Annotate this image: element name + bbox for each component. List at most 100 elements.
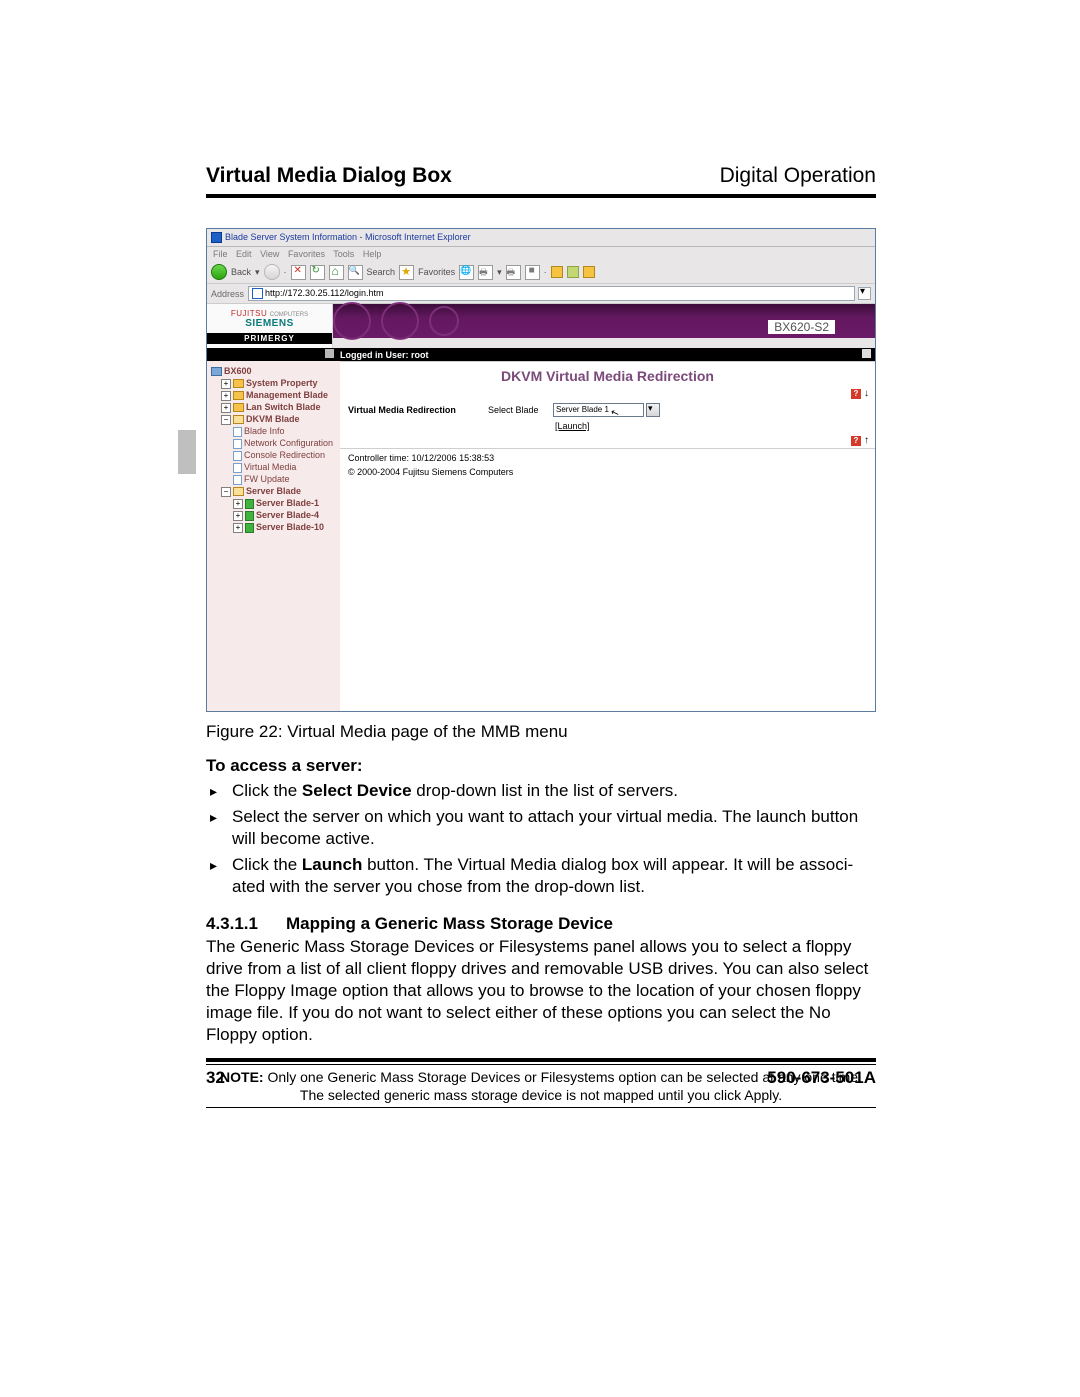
- dropdown-arrow-icon[interactable]: [646, 403, 660, 417]
- header-right: Digital Operation: [720, 164, 876, 188]
- step-3: Click the Launch button. The Virtual Med…: [206, 854, 876, 898]
- expand-icon[interactable]: +: [233, 523, 243, 533]
- page-footer: 32 590-673-501A: [206, 1058, 876, 1088]
- collapse-icon[interactable]: −: [221, 487, 231, 497]
- nav-root[interactable]: BX600: [224, 366, 252, 376]
- screenshot-figure: Blade Server System Information - Micros…: [206, 228, 876, 712]
- figure-caption: Figure 22: Virtual Media page of the MMB…: [206, 722, 876, 742]
- banner: BX620-S2: [333, 304, 875, 338]
- menu-edit[interactable]: Edit: [236, 249, 252, 259]
- edit-icon[interactable]: [525, 265, 540, 280]
- menu-help[interactable]: Help: [363, 249, 382, 259]
- address-dropdown-icon[interactable]: [858, 287, 871, 300]
- forward-icon[interactable]: [264, 264, 280, 280]
- favorites-label[interactable]: Favorites: [418, 267, 455, 277]
- folder-icon: [233, 403, 244, 412]
- nav-server-blade[interactable]: Server Blade: [246, 486, 301, 496]
- doc-icon: [233, 451, 242, 461]
- app-main: BX600 + System Property + Management Blade…: [207, 361, 875, 711]
- body-paragraph: The Generic Mass Storage Devices or File…: [206, 936, 876, 1046]
- toolbar-icon-a[interactable]: [551, 266, 563, 278]
- select-blade-dropdown[interactable]: Server Blade 1 ↖: [553, 403, 644, 417]
- running-header: Virtual Media Dialog Box Digital Operati…: [206, 164, 876, 198]
- steps-list: Click the Select Device drop-down list i…: [206, 780, 876, 898]
- row-label: Virtual Media Redirection: [348, 405, 488, 415]
- nav-network-config[interactable]: Network Configuration: [244, 438, 333, 448]
- select-blade-label: Select Blade: [488, 405, 553, 415]
- mail-icon[interactable]: [478, 265, 493, 280]
- thumb-tab: [178, 430, 196, 474]
- nav-console-redirection[interactable]: Console Redirection: [244, 450, 325, 460]
- menu-bar: File Edit View Favorites Tools Help: [207, 247, 875, 261]
- nav-blade-info[interactable]: Blade Info: [244, 426, 285, 436]
- home-icon[interactable]: [329, 265, 344, 280]
- search-label[interactable]: Search: [367, 267, 396, 277]
- launch-link[interactable]: [Launch]: [340, 421, 875, 431]
- ie-icon: [211, 232, 222, 243]
- expand-icon[interactable]: +: [221, 391, 231, 401]
- menu-view[interactable]: View: [260, 249, 279, 259]
- header-left: Virtual Media Dialog Box: [206, 164, 452, 188]
- app-banner-row: FUJITSU COMPUTERS SIEMENS PRIMERGY BX620…: [207, 304, 875, 348]
- brand-siemens: SIEMENS: [245, 318, 294, 329]
- nav-server-blade-4[interactable]: Server Blade-4: [256, 510, 319, 520]
- collapse-icon[interactable]: −: [221, 415, 231, 425]
- cursor-icon: ↖: [609, 407, 621, 420]
- folder-icon: [233, 379, 244, 388]
- gear-icon: [429, 306, 459, 336]
- stop-icon[interactable]: [291, 265, 306, 280]
- blade-ok-icon: [245, 523, 254, 533]
- menu-file[interactable]: File: [213, 249, 228, 259]
- refresh-nav-icon[interactable]: [325, 349, 334, 358]
- menu-tools[interactable]: Tools: [333, 249, 354, 259]
- brand-primergy: PRIMERGY: [207, 333, 332, 344]
- folder-open-icon: [233, 487, 244, 496]
- arrow-up-icon[interactable]: ↑: [864, 435, 869, 446]
- back-label[interactable]: Back: [231, 267, 251, 277]
- page-content: Virtual Media Dialog Box Digital Operati…: [206, 164, 876, 1108]
- nav-fw-update[interactable]: FW Update: [244, 474, 290, 484]
- address-field[interactable]: http://172.30.25.112/login.htm: [248, 286, 855, 301]
- expand-icon[interactable]: +: [221, 379, 231, 389]
- nav-server-blade-10[interactable]: Server Blade-10: [256, 522, 324, 532]
- menu-favorites[interactable]: Favorites: [288, 249, 325, 259]
- refresh-icon[interactable]: [310, 265, 325, 280]
- blade-ok-icon: [245, 499, 254, 509]
- expand-icon[interactable]: +: [233, 511, 243, 521]
- nav-tree: BX600 + System Property + Management Blade…: [207, 361, 340, 711]
- print-icon[interactable]: [506, 265, 521, 280]
- select-blade-value: Server Blade 1: [556, 405, 609, 414]
- redirection-row: Virtual Media Redirection Select Blade S…: [340, 401, 875, 419]
- doc-icon: [233, 475, 242, 485]
- doc-icon: [233, 439, 242, 449]
- help-icon[interactable]: ?: [851, 436, 861, 446]
- nav-lan-switch-blade[interactable]: Lan Switch Blade: [246, 402, 321, 412]
- nav-system-property[interactable]: System Property: [246, 378, 318, 388]
- toolbar-icon-c[interactable]: [583, 266, 595, 278]
- help-icon[interactable]: ?: [851, 389, 861, 399]
- page-number: 32: [206, 1068, 225, 1088]
- help-bar-bottom: ?↑: [340, 435, 875, 446]
- favorites-icon[interactable]: [399, 265, 414, 280]
- back-icon[interactable]: [211, 264, 227, 280]
- nav-dkvm-blade[interactable]: DKVM Blade: [246, 414, 300, 424]
- status-right-icon[interactable]: [862, 349, 871, 358]
- brand-fujitsu: FUJITSU: [231, 309, 267, 318]
- server-icon: [211, 367, 222, 376]
- subsection-heading: 4.3.1.1Mapping a Generic Mass Storage De…: [206, 914, 876, 934]
- expand-icon[interactable]: +: [221, 403, 231, 413]
- folder-open-icon: [233, 415, 244, 424]
- toolbar-icon-b[interactable]: [567, 266, 579, 278]
- nav-virtual-media[interactable]: Virtual Media: [244, 462, 296, 472]
- history-icon[interactable]: [459, 265, 474, 280]
- document-page: Virtual Media Dialog Box Digital Operati…: [0, 0, 1080, 1397]
- page-icon: [252, 288, 263, 299]
- nav-server-blade-1[interactable]: Server Blade-1: [256, 498, 319, 508]
- expand-icon[interactable]: +: [233, 499, 243, 509]
- search-icon[interactable]: [348, 265, 363, 280]
- arrow-down-icon[interactable]: ↓: [864, 388, 869, 399]
- nav-management-blade[interactable]: Management Blade: [246, 390, 328, 400]
- status-bar: Logged in User: root: [207, 348, 875, 361]
- folder-icon: [233, 391, 244, 400]
- step-1: Click the Select Device drop-down list i…: [206, 780, 876, 802]
